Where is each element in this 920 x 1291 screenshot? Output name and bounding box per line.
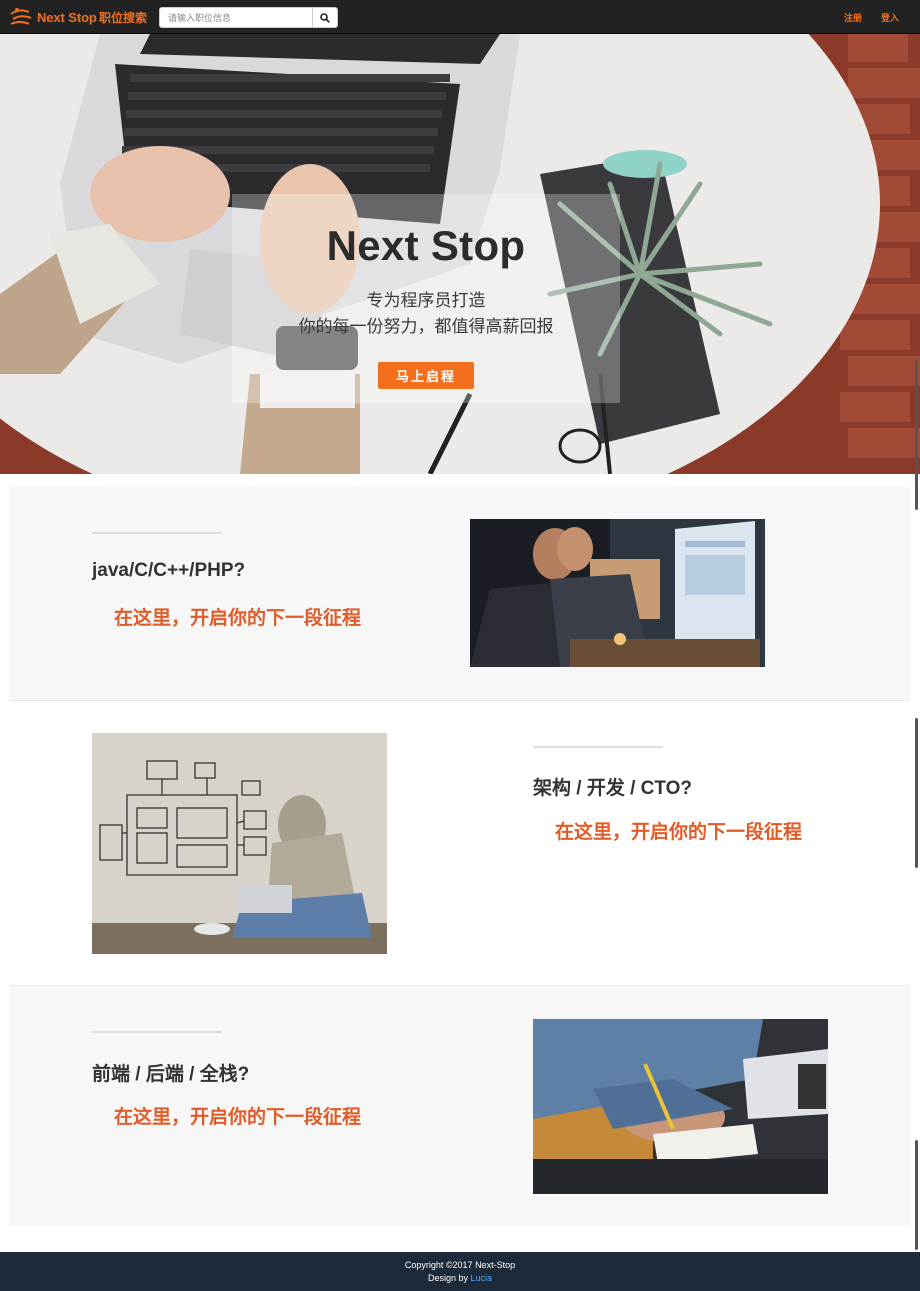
- feature-tagline: 在这里，开启你的下一段征程: [114, 1107, 362, 1128]
- scrollbar-thumb[interactable]: [915, 360, 918, 510]
- writing-notes-laptop-photo: [533, 1019, 828, 1194]
- feature-section-3: 前端 / 后端 / 全栈? 在这里，开启你的下一段征程: [9, 986, 910, 1226]
- brand-logo-icon: [10, 8, 32, 25]
- login-link[interactable]: 登入: [881, 11, 899, 24]
- section-divider: [533, 746, 663, 748]
- hero-subtitle-2: 你的每一份努力，都值得高薪回报: [298, 317, 554, 336]
- register-link[interactable]: 注册: [844, 11, 862, 24]
- hero-title: Next Stop: [326, 222, 526, 269]
- footer-copyright: Copyright ©2017 Next-Stop: [404, 1260, 516, 1270]
- top-navbar: Next Stop 职位搜索 注册 登入: [0, 0, 920, 34]
- brand-link[interactable]: Next Stop: [9, 6, 97, 28]
- section-divider: [92, 532, 222, 534]
- brand-name: Next Stop: [37, 9, 97, 25]
- feature-section-1: java/C/C++/PHP? 在这里，开启你的下一段征程: [9, 487, 910, 700]
- footer-author-link[interactable]: Lucia: [471, 1273, 493, 1283]
- footer-credit: Design by Lucia: [0, 1273, 920, 1283]
- feature-tagline: 在这里，开启你的下一段征程: [114, 608, 362, 629]
- feature-title: 前端 / 后端 / 全栈?: [92, 1064, 250, 1085]
- section-divider: [92, 1031, 222, 1033]
- scrollbar-thumb[interactable]: [915, 1140, 918, 1250]
- hero-subtitle-1: 专为程序员打造: [366, 291, 486, 310]
- architect-sketch-wall-photo: [92, 733, 387, 954]
- search-button[interactable]: [312, 7, 338, 28]
- hero-banner: Next Stop 专为程序员打造 你的每一份努力，都值得高薪回报 马上启程: [0, 34, 920, 474]
- feature-tagline: 在这里，开启你的下一段征程: [555, 822, 803, 843]
- start-journey-button[interactable]: 马上启程: [378, 362, 474, 389]
- job-search-input[interactable]: [159, 7, 313, 28]
- feature-section-2: 架构 / 开发 / CTO? 在这里，开启你的下一段征程: [9, 700, 910, 986]
- feature-title: 架构 / 开发 / CTO?: [533, 778, 693, 799]
- feature-title: java/C/C++/PHP?: [92, 560, 246, 581]
- developers-at-monitor-photo: [470, 519, 765, 667]
- scrollbar-thumb[interactable]: [915, 718, 918, 868]
- magnifier-icon: [320, 12, 330, 23]
- page-footer: Copyright ©2017 Next-Stop Design by Luci…: [0, 1252, 920, 1291]
- job-search-link[interactable]: 职位搜索: [99, 9, 147, 26]
- footer-design-by: Design by: [427, 1273, 468, 1283]
